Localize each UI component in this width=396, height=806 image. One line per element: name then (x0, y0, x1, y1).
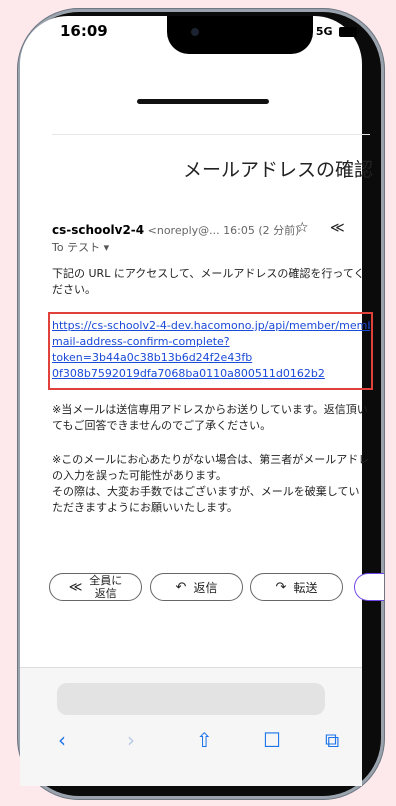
reply-all-icon: ≪ (68, 579, 83, 595)
reply-all-label-line: 全員に (89, 574, 123, 587)
status-indicators: 5G (300, 25, 360, 38)
intro-line: ださい。 (52, 283, 96, 296)
share-icon[interactable]: ⇧ (196, 728, 213, 752)
dynamic-island (167, 16, 313, 54)
signal-bar (309, 28, 311, 38)
reply-all-icon[interactable]: ≪ (330, 220, 345, 236)
signal-bar (306, 30, 308, 38)
intro-line: 下記の URL にアクセスして、メールアドレスの確認を行ってく (52, 267, 365, 280)
browser-toolbar: ‹ › ⇧ ☐ ⧉ (20, 668, 362, 786)
confirm-link[interactable]: 0f308b7592019dfa7068ba0110a800511d0162b2 (52, 366, 370, 382)
note-line: ただきますようにお願いいたします。 (52, 501, 238, 514)
status-time: 16:09 (60, 22, 108, 40)
recipient-row[interactable]: To テスト ▾ (52, 239, 109, 255)
note-line: てもご回答できませんのでご了承ください。 (52, 419, 272, 432)
back-icon[interactable]: ‹ (58, 728, 66, 752)
more-actions-button[interactable] (354, 573, 384, 601)
camera-dot (191, 28, 199, 36)
received-time: 16:05 (2 分前) (223, 224, 300, 237)
note-line: ※当メールは送信専用アドレスからお送りしています。返信頂い (52, 403, 368, 416)
reply-label: 返信 (193, 580, 218, 595)
note-line: その際は、大変お手数ではございますが、メールを破棄してい (52, 485, 360, 498)
signal-bar (303, 32, 305, 38)
battery-icon (339, 27, 360, 37)
link-text[interactable]: token=3b44a0c38b13b6d24f2e43fb (52, 351, 252, 364)
link-text[interactable]: https://cs-schoolv2-4-dev.hacomono.jp/ap… (52, 319, 370, 332)
star-icon[interactable]: ☆ (296, 220, 309, 236)
note-line: の入力を誤った可能性があります。 (52, 469, 227, 482)
sender-name: cs-schoolv2-4 (52, 223, 145, 237)
network-label: 5G (315, 25, 333, 38)
link-text[interactable]: mail-address-confirm-complete? (52, 335, 230, 348)
bookmarks-icon[interactable]: ☐ (263, 728, 281, 752)
forward-label: 転送 (293, 580, 318, 595)
forward-nav-icon[interactable]: › (127, 728, 135, 752)
header-divider (52, 134, 370, 135)
note-line: ※このメールにお心あたりがない場合は、第三者がメールアドレス (52, 453, 370, 466)
address-bar[interactable] (57, 683, 325, 715)
reply-button[interactable]: ↶ 返信 (150, 573, 243, 601)
link-text[interactable]: 0f308b7592019dfa7068ba0110a800511d0162b2 (52, 367, 325, 380)
confirm-link[interactable]: mail-address-confirm-complete? (52, 334, 370, 350)
forward-button[interactable]: ↷ 転送 (250, 573, 343, 601)
confirm-link[interactable]: https://cs-schoolv2-4-dev.hacomono.jp/ap… (52, 318, 370, 334)
reply-icon: ↶ (175, 579, 187, 595)
confirm-link[interactable]: token=3b44a0c38b13b6d24f2e43fb (52, 350, 370, 366)
home-indicator (137, 99, 269, 104)
forward-icon: ↷ (275, 579, 287, 595)
sender-address: <noreply@... (147, 224, 220, 237)
reply-all-label: 全員に 返信 (89, 574, 122, 600)
reply-all-button[interactable]: ≪ 全員に 返信 (49, 573, 142, 601)
signal-bar (300, 34, 302, 38)
sender-row[interactable]: cs-schoolv2-4 <noreply@... 16:05 (2 分前) (52, 222, 299, 238)
tabs-icon[interactable]: ⧉ (325, 728, 339, 752)
email-subject: メールアドレスの確認 (183, 159, 374, 181)
reply-all-label-line: 返信 (94, 587, 117, 600)
